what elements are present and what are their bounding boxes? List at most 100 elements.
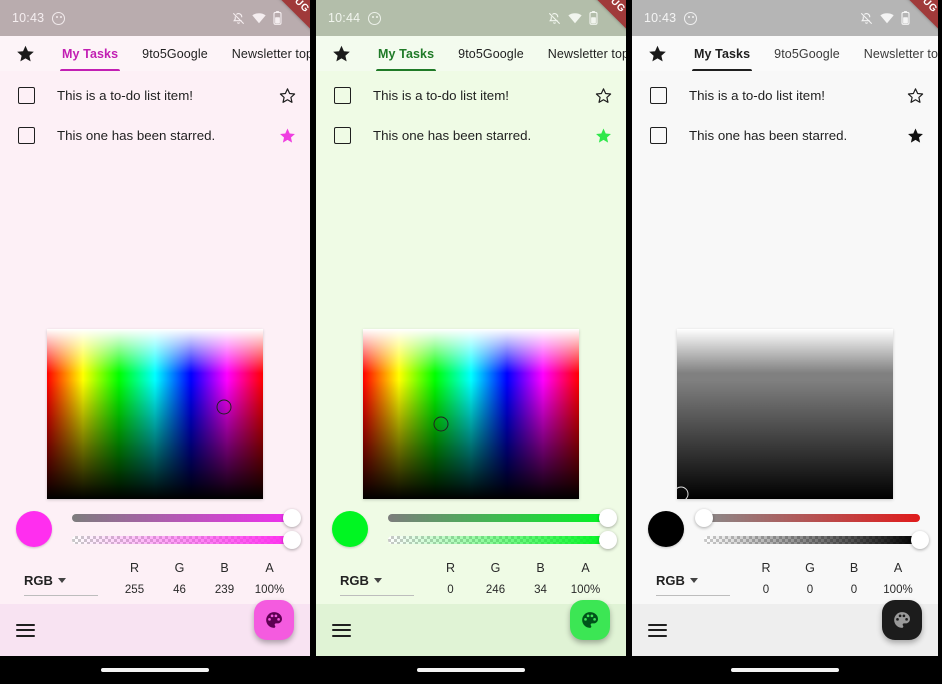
battery-icon [589, 11, 598, 25]
starred-tab-icon[interactable] [632, 36, 682, 71]
tab-strip[interactable]: My Tasks9to5GoogleNewsletter topicsW [682, 36, 938, 71]
tab-strip[interactable]: My Tasks9to5GoogleNewsletter topicsWe [50, 36, 310, 71]
alpha-thumb[interactable] [283, 531, 301, 549]
palette-fab-button[interactable] [570, 600, 610, 640]
bottom-app-bar [632, 600, 938, 656]
tab-9to5google[interactable]: 9to5Google [446, 36, 536, 71]
task-list-item[interactable]: This one has been starred. [0, 115, 310, 155]
tab-label: My Tasks [378, 46, 435, 61]
tab-label: 9to5Google [142, 46, 208, 61]
hamburger-icon[interactable] [648, 620, 667, 640]
gesture-pill[interactable] [101, 668, 209, 672]
alarm-icon [684, 11, 698, 25]
channel-value: 46 [173, 584, 186, 596]
saturation-thumb[interactable] [695, 509, 713, 527]
color-field-thumb[interactable] [433, 416, 449, 432]
hamburger-icon[interactable] [332, 620, 351, 640]
black-overlay [47, 329, 263, 499]
task-checkbox[interactable] [18, 86, 35, 104]
task-list-item[interactable]: This is a to-do list item! [316, 75, 626, 115]
tab-label: My Tasks [694, 46, 751, 61]
alpha-slider[interactable] [704, 529, 929, 551]
palette-fab-button[interactable] [254, 600, 294, 640]
slider-group [0, 499, 310, 551]
color-mode-select[interactable]: RGB [648, 573, 744, 596]
content-spacer [316, 155, 626, 329]
starred-tab-icon[interactable] [0, 36, 50, 71]
alpha-thumb[interactable] [599, 531, 617, 549]
task-list-item[interactable]: This one has been starred. [632, 115, 938, 155]
color-mode-label: RGB [656, 573, 685, 588]
tab-strip[interactable]: My Tasks9to5GoogleNewsletter topicsWe [366, 36, 626, 71]
phone-screen-green: 10:44DEBUG My Tasks 9to5Google Newsletter t… [316, 0, 626, 684]
starred-tab-icon[interactable] [316, 36, 366, 71]
task-star-toggle[interactable] [907, 127, 924, 144]
bottom-app-bar [0, 600, 310, 656]
gesture-nav-bar[interactable] [0, 656, 310, 684]
alpha-slider[interactable] [388, 529, 617, 551]
bottom-app-bar [316, 600, 626, 656]
tab-newsletter-topics[interactable]: Newsletter topics [536, 36, 626, 71]
color-field[interactable] [47, 329, 263, 499]
tab-my-tasks[interactable]: My Tasks [682, 36, 762, 71]
slider-column [695, 507, 929, 551]
tab-bar: My Tasks9to5GoogleNewsletter topicsWe [0, 36, 310, 71]
task-star-toggle[interactable] [595, 87, 612, 104]
color-picker: RGB R 0 G 246 B 34 A 100% [316, 329, 626, 604]
color-field-thumb[interactable] [677, 486, 689, 499]
color-channel: B 34 [518, 561, 563, 596]
saturation-thumb[interactable] [599, 509, 617, 527]
tab-label: My Tasks [62, 46, 119, 61]
hamburger-icon[interactable] [16, 620, 35, 640]
tab-9to5google[interactable]: 9to5Google [130, 36, 220, 71]
task-checkbox[interactable] [650, 126, 667, 144]
task-star-toggle[interactable] [279, 87, 296, 104]
gesture-pill[interactable] [731, 668, 839, 672]
task-checkbox[interactable] [334, 86, 351, 104]
status-bar: 10:44DEBUG [316, 0, 626, 36]
gesture-nav-bar[interactable] [316, 656, 626, 684]
color-field-thumb[interactable] [216, 399, 232, 415]
alpha-slider[interactable] [72, 529, 301, 551]
task-checkbox[interactable] [18, 126, 35, 144]
tab-my-tasks[interactable]: My Tasks [366, 36, 446, 71]
select-underline [656, 595, 730, 596]
tab-active-indicator [376, 68, 437, 71]
tab-9to5google[interactable]: 9to5Google [762, 36, 852, 71]
color-field[interactable] [677, 329, 893, 499]
saturation-slider[interactable] [388, 507, 617, 529]
task-checkbox[interactable] [650, 86, 667, 104]
saturation-slider[interactable] [695, 507, 920, 529]
task-list-item[interactable]: This is a to-do list item! [0, 75, 310, 115]
task-list-item[interactable]: This one has been starred. [316, 115, 626, 155]
task-list-item[interactable]: This is a to-do list item! [632, 75, 938, 115]
gesture-nav-bar[interactable] [632, 656, 938, 684]
task-label: This one has been starred. [689, 127, 848, 143]
notifications-off-icon [548, 12, 561, 25]
saturation-slider[interactable] [72, 507, 301, 529]
tab-active-indicator [60, 68, 121, 71]
tab-newsletter-topics[interactable]: Newsletter topics [852, 36, 938, 71]
color-mode-row: RGB [340, 573, 428, 588]
task-star-toggle[interactable] [595, 127, 612, 144]
color-mode-select[interactable]: RGB [16, 573, 112, 596]
task-checkbox[interactable] [334, 126, 351, 144]
notifications-off-icon [232, 12, 245, 25]
chevron-down-icon [57, 578, 66, 583]
saturation-thumb[interactable] [283, 509, 301, 527]
palette-fab-button[interactable] [882, 600, 922, 640]
color-field[interactable] [363, 329, 579, 499]
task-star-toggle[interactable] [907, 87, 924, 104]
palette-icon [580, 610, 600, 630]
gesture-pill[interactable] [417, 668, 525, 672]
channel-name: A [893, 561, 903, 575]
task-star-toggle[interactable] [279, 127, 296, 144]
tab-newsletter-topics[interactable]: Newsletter topics [220, 36, 310, 71]
color-mode-select[interactable]: RGB [332, 573, 428, 596]
alpha-thumb[interactable] [911, 531, 929, 549]
slider-group [632, 499, 938, 551]
content-spacer [0, 155, 310, 329]
notifications-off-icon [860, 12, 873, 25]
tab-my-tasks[interactable]: My Tasks [50, 36, 130, 71]
color-mode-label: RGB [340, 573, 369, 588]
